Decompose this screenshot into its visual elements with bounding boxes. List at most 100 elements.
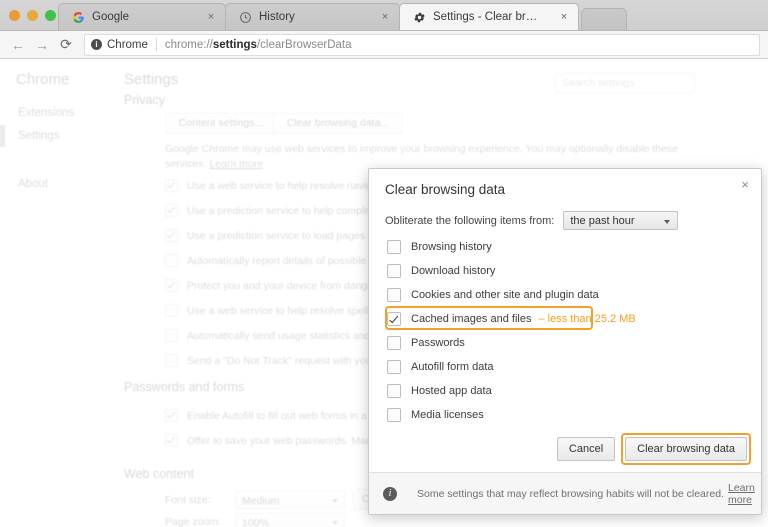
clock-icon [238, 10, 252, 24]
time-range-select[interactable]: the past hour [563, 211, 678, 230]
learn-more-link[interactable]: Learn more [209, 158, 263, 170]
cancel-button[interactable]: Cancel [557, 437, 615, 461]
list-item-browsing-history[interactable]: Browsing history [369, 235, 761, 259]
new-tab-button[interactable] [581, 8, 627, 30]
info-icon: i [383, 487, 397, 501]
close-icon[interactable]: × [205, 11, 217, 23]
tab-label: History [259, 11, 361, 23]
checkbox-icon[interactable] [165, 179, 178, 192]
browser-window: Google × History × Settings - Clear brow… [0, 0, 768, 527]
close-window-button[interactable] [9, 10, 20, 21]
close-icon[interactable]: × [558, 11, 570, 23]
clear-browsing-data-button[interactable]: Clear browsing data... [273, 113, 403, 134]
browser-toolbar: ← → ⟳ i Chrome chrome://settings/clearBr… [0, 31, 768, 59]
list-item-media-licenses[interactable]: Media licenses [369, 403, 761, 427]
google-icon [71, 10, 85, 24]
minimize-window-button[interactable] [27, 10, 38, 21]
tab-label: Settings - Clear browsing data [433, 11, 540, 23]
close-icon[interactable]: × [738, 178, 752, 192]
list-item-label: Cached images and files [411, 313, 531, 325]
page-title: Settings [124, 71, 178, 88]
privacy-description-text: services. [165, 158, 206, 170]
list-item-download-history[interactable]: Download history [369, 259, 761, 283]
checkbox-icon[interactable] [165, 204, 178, 217]
list-item-autofill-form-data[interactable]: Autofill form data [369, 355, 761, 379]
cached-size-label: – less than 25.2 MB [538, 313, 635, 325]
list-item-label: Media licenses [411, 409, 484, 421]
data-type-list: Browsing history Download history Cookie… [369, 235, 761, 427]
sidebar-item-extensions[interactable]: Extensions [18, 107, 74, 119]
chevron-down-icon [332, 499, 338, 503]
checkbox-icon[interactable] [387, 360, 401, 374]
list-item-passwords[interactable]: Passwords [369, 331, 761, 355]
list-item-label: Passwords [411, 337, 465, 349]
forward-icon[interactable]: → [30, 33, 54, 57]
checkbox-icon[interactable] [165, 254, 178, 267]
checkbox-icon[interactable] [387, 384, 401, 398]
chevron-down-icon [664, 220, 670, 224]
section-heading-privacy: Privacy [124, 93, 165, 107]
address-bar[interactable]: i Chrome chrome://settings/clearBrowserD… [84, 34, 760, 56]
page-zoom-select[interactable]: 100% [235, 513, 345, 527]
tab-settings[interactable]: Settings - Clear browsing data × [399, 3, 579, 30]
privacy-description-line2: services. Learn more [165, 158, 263, 170]
list-item-hosted-app-data[interactable]: Hosted app data [369, 379, 761, 403]
checkbox-icon[interactable] [387, 240, 401, 254]
site-identity-chip[interactable]: i Chrome [91, 39, 148, 51]
page-zoom-row: Page zoom: 100% [165, 513, 345, 527]
list-item-label: Browsing history [411, 241, 492, 253]
sidebar-item-settings[interactable]: Settings [18, 130, 60, 142]
list-item-label: Hosted app data [411, 385, 492, 397]
section-heading-web-content: Web content [124, 467, 194, 481]
clear-browsing-data-confirm-button[interactable]: Clear browsing data [625, 437, 747, 461]
font-size-label: Font size: [165, 494, 235, 506]
info-icon: i [91, 39, 102, 50]
close-icon[interactable]: × [379, 11, 391, 23]
tab-strip: Google × History × Settings - Clear brow… [0, 0, 768, 31]
divider [156, 38, 157, 51]
sidebar-item-about[interactable]: About [18, 178, 48, 190]
url-path: /clearBrowserData [257, 39, 352, 51]
learn-more-link[interactable]: Learn more [728, 482, 761, 506]
list-item-cached-images-and-files[interactable]: Cached images and files – less than 25.2… [369, 307, 761, 331]
address-bar-url: chrome://settings/clearBrowserData [165, 39, 352, 51]
font-size-select[interactable]: Medium [235, 491, 345, 509]
site-identity-label: Chrome [107, 39, 148, 51]
list-item-label: Cookies and other site and plugin data [411, 289, 599, 301]
checkbox-icon[interactable] [165, 304, 178, 317]
time-range-value: the past hour [570, 215, 634, 227]
dialog-actions: Cancel Clear browsing data [557, 437, 747, 461]
back-icon[interactable]: ← [6, 33, 30, 57]
section-heading-passwords: Passwords and forms [124, 380, 244, 394]
checkbox-icon[interactable] [165, 329, 178, 342]
dialog-footer: i Some settings that may reflect browsin… [369, 472, 761, 514]
list-item-label: Download history [411, 265, 495, 277]
url-host: settings [213, 39, 257, 51]
checkbox-icon[interactable] [165, 434, 178, 447]
checkbox-icon[interactable] [387, 408, 401, 422]
reload-icon[interactable]: ⟳ [54, 33, 78, 57]
chevron-down-icon [332, 521, 338, 525]
list-item-label: Autofill form data [411, 361, 494, 373]
checkbox-icon[interactable] [165, 229, 178, 242]
content-settings-button[interactable]: Content settings... [165, 113, 277, 134]
page-zoom-value: 100% [242, 517, 269, 527]
checkbox-icon[interactable] [387, 264, 401, 278]
maximize-window-button[interactable] [45, 10, 56, 21]
checkbox-icon[interactable] [387, 312, 401, 326]
time-range-row: Obliterate the following items from: the… [385, 211, 678, 230]
settings-sidebar: Chrome Extensions Settings About [0, 59, 118, 527]
list-item-cookies[interactable]: Cookies and other site and plugin data [369, 283, 761, 307]
time-range-label: Obliterate the following items from: [385, 215, 554, 227]
page-zoom-label: Page zoom: [165, 516, 235, 527]
tab-history[interactable]: History × [225, 3, 400, 30]
search-input[interactable]: Search settings [555, 73, 695, 93]
checkbox-icon[interactable] [387, 288, 401, 302]
checkbox-icon[interactable] [165, 409, 178, 422]
checkbox-icon[interactable] [387, 336, 401, 350]
url-prefix: chrome:// [165, 39, 213, 51]
checkbox-icon[interactable] [165, 354, 178, 367]
privacy-description-line1: Google Chrome may use web services to im… [165, 143, 678, 155]
checkbox-icon[interactable] [165, 279, 178, 292]
tab-google[interactable]: Google × [58, 3, 226, 30]
